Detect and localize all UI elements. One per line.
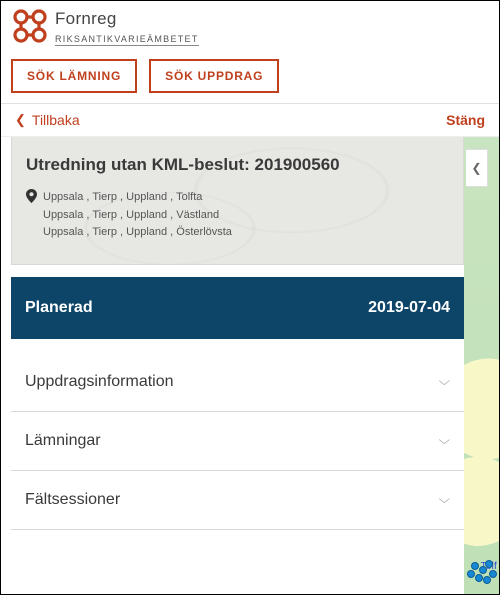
section-faltsessioner[interactable]: Fältsessioner ⌵ xyxy=(11,471,464,530)
location-lines: Uppsala , Tierp , Uppland , Tolfta Uppsa… xyxy=(43,189,232,242)
detail-panel: Utredning utan KML-beslut: 201900560 Upp… xyxy=(11,137,464,530)
close-link[interactable]: Stäng xyxy=(446,112,485,128)
brand-title: Fornreg xyxy=(55,9,199,29)
location-line: Uppsala , Tierp , Uppland , Västland xyxy=(43,207,232,225)
back-link[interactable]: ❮ Tillbaka xyxy=(15,112,80,128)
search-mission-button[interactable]: SÖK UPPDRAG xyxy=(149,59,279,93)
section-label: Lämningar xyxy=(25,432,101,450)
location-line: Uppsala , Tierp , Uppland , Österlövsta xyxy=(43,224,232,242)
brand: Fornreg RIKSANTIKVARIEÄMBETET xyxy=(11,7,489,47)
chevron-left-icon: ❮ xyxy=(471,161,481,175)
location-pin-icon xyxy=(26,189,37,203)
status-label: Planerad xyxy=(25,299,93,317)
section-label: Fältsessioner xyxy=(25,491,120,509)
status-date: 2019-07-04 xyxy=(368,299,450,317)
back-label: Tillbaka xyxy=(32,112,80,128)
accordion: Uppdragsinformation ⌵ Lämningar ⌵ Fältse… xyxy=(11,353,464,530)
title-block: Utredning utan KML-beslut: 201900560 Upp… xyxy=(11,137,464,265)
map-background[interactable]: Tolf xyxy=(464,131,499,594)
search-finding-button[interactable]: SÖK LÄMNING xyxy=(11,59,137,93)
status-bar: Planerad 2019-07-04 xyxy=(11,277,464,339)
section-label: Uppdragsinformation xyxy=(25,373,174,391)
chevron-down-icon: ⌵ xyxy=(439,493,450,507)
section-uppdragsinformation[interactable]: Uppdragsinformation ⌵ xyxy=(11,353,464,412)
brand-subtitle: RIKSANTIKVARIEÄMBETET xyxy=(55,34,199,46)
search-button-row: SÖK LÄMNING SÖK UPPDRAG xyxy=(1,47,499,103)
chevron-down-icon: ⌵ xyxy=(439,434,450,448)
chevron-left-icon: ❮ xyxy=(15,112,26,128)
app-header: Fornreg RIKSANTIKVARIEÄMBETET xyxy=(1,1,499,47)
location-line: Uppsala , Tierp , Uppland , Tolfta xyxy=(43,189,232,207)
section-lamningar[interactable]: Lämningar ⌵ xyxy=(11,412,464,471)
logo-icon xyxy=(11,7,49,45)
map-markers xyxy=(465,526,495,586)
chevron-down-icon: ⌵ xyxy=(439,375,450,389)
page-title: Utredning utan KML-beslut: 201900560 xyxy=(26,155,449,175)
panel-collapse-button[interactable]: ❮ xyxy=(466,149,488,187)
breadcrumb: ❮ Tillbaka Stäng xyxy=(1,104,499,137)
